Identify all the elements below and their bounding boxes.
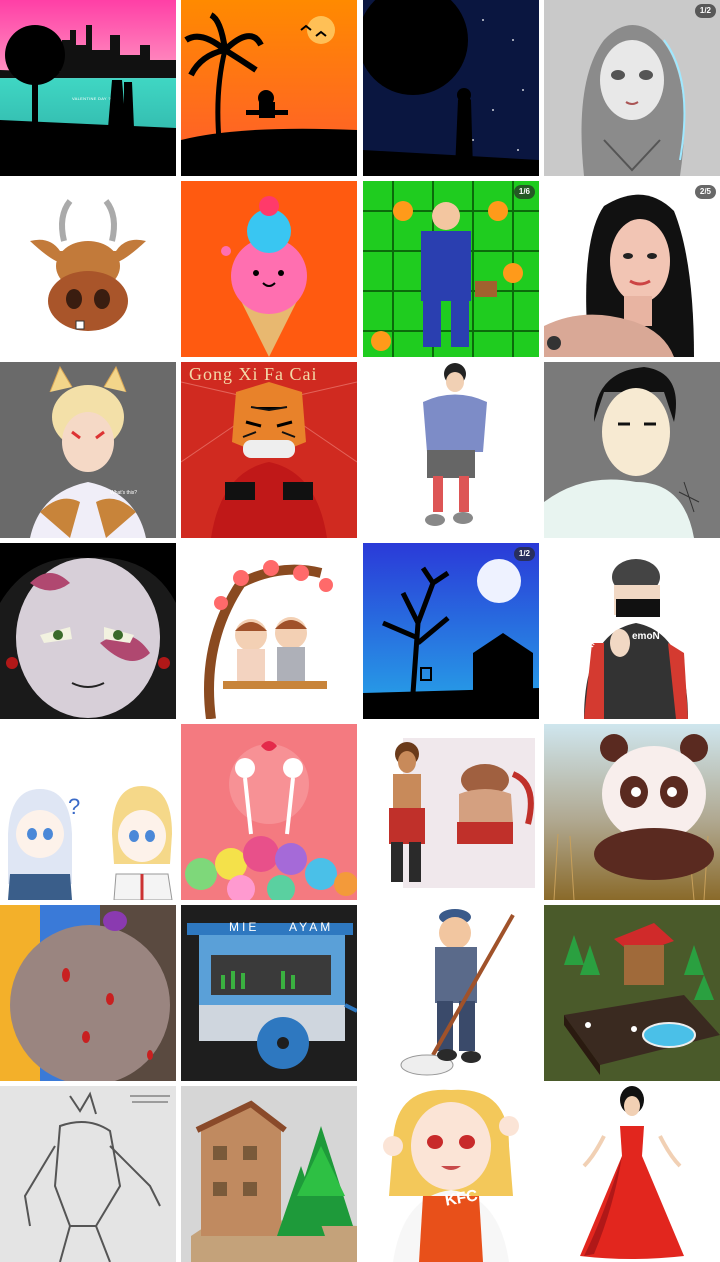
artwork-tile[interactable]: ?	[0, 724, 176, 900]
artwork-tile[interactable]	[0, 905, 176, 1081]
valentine-caption: VALENTINE DAY ?	[72, 96, 111, 101]
gong-xi-fa-cai-title: Gong Xi Fa Cai	[189, 364, 318, 384]
whats-this-caption: What's this?	[110, 490, 138, 496]
artwork-image	[181, 362, 357, 538]
artwork-image	[363, 181, 539, 357]
artwork-image	[363, 362, 539, 538]
artwork-image	[544, 1086, 720, 1262]
artwork-tile[interactable]	[181, 1086, 357, 1262]
artwork-tile[interactable]	[181, 181, 357, 357]
artwork-image	[544, 0, 720, 176]
artwork-tile[interactable]	[181, 0, 357, 176]
artwork-image	[181, 724, 357, 900]
artwork-image	[181, 1086, 357, 1262]
artwork-tile[interactable]: KFC	[363, 1086, 539, 1262]
gallery-count-badge: 1/2	[694, 4, 716, 18]
gallery-count-badge: 1/2	[513, 547, 535, 561]
artwork-tile[interactable]	[544, 362, 720, 538]
artwork-grid: VALENTINE DAY ? 1/2 1/6 2/5 What's this?…	[0, 0, 720, 1262]
artwork-image	[544, 905, 720, 1081]
artwork-image	[181, 0, 357, 176]
artwork-tile[interactable]: 1/2	[544, 0, 720, 176]
artwork-tile[interactable]	[544, 905, 720, 1081]
artwork-image	[0, 1086, 176, 1262]
artwork-image	[0, 362, 176, 538]
artwork-tile[interactable]	[181, 724, 357, 900]
artwork-image	[544, 362, 720, 538]
artwork-tile[interactable]	[0, 543, 176, 719]
emon-text: emoN	[632, 631, 660, 642]
artwork-image: ?	[0, 724, 176, 900]
artwork-image	[544, 724, 720, 900]
artwork-tile[interactable]	[544, 1086, 720, 1262]
artwork-tile[interactable]	[363, 362, 539, 538]
gallery-count-badge: 2/5	[694, 185, 716, 199]
artwork-image	[0, 543, 176, 719]
artwork-image	[363, 905, 539, 1081]
artwork-tile[interactable]	[363, 905, 539, 1081]
artwork-tile[interactable]: What's this?	[0, 362, 176, 538]
svg-text:?: ?	[68, 794, 80, 819]
artwork-tile[interactable]	[0, 181, 176, 357]
artwork-tile[interactable]: Gong Xi Fa Cai	[181, 362, 357, 538]
artwork-tile[interactable]: 1/6	[363, 181, 539, 357]
artwork-image	[544, 181, 720, 357]
artwork-image	[363, 724, 539, 900]
artwork-tile[interactable]	[181, 543, 357, 719]
artwork-tile[interactable]: 1/2	[363, 543, 539, 719]
artwork-tile[interactable]: VALENTINE DAY ?	[0, 0, 176, 176]
artwork-tile[interactable]: MIE AYAM	[181, 905, 357, 1081]
artwork-image	[0, 905, 176, 1081]
artwork-tile[interactable]	[363, 0, 539, 176]
artwork-image	[0, 181, 176, 357]
artwork-image	[0, 0, 176, 176]
artwork-tile[interactable]: 2/5	[544, 181, 720, 357]
artwork-image	[181, 543, 357, 719]
artwork-image	[363, 543, 539, 719]
artwork-tile[interactable]	[363, 724, 539, 900]
mie-sign: MIE	[229, 920, 260, 934]
artwork-image	[181, 181, 357, 357]
artwork-image	[363, 1086, 539, 1262]
artwork-tile[interactable]	[0, 1086, 176, 1262]
artwork-tile[interactable]: DANK emoN	[544, 543, 720, 719]
ayam-sign: AYAM	[289, 920, 334, 934]
gallery-count-badge: 1/6	[513, 185, 535, 199]
artwork-tile[interactable]	[544, 724, 720, 900]
artwork-image	[363, 0, 539, 176]
